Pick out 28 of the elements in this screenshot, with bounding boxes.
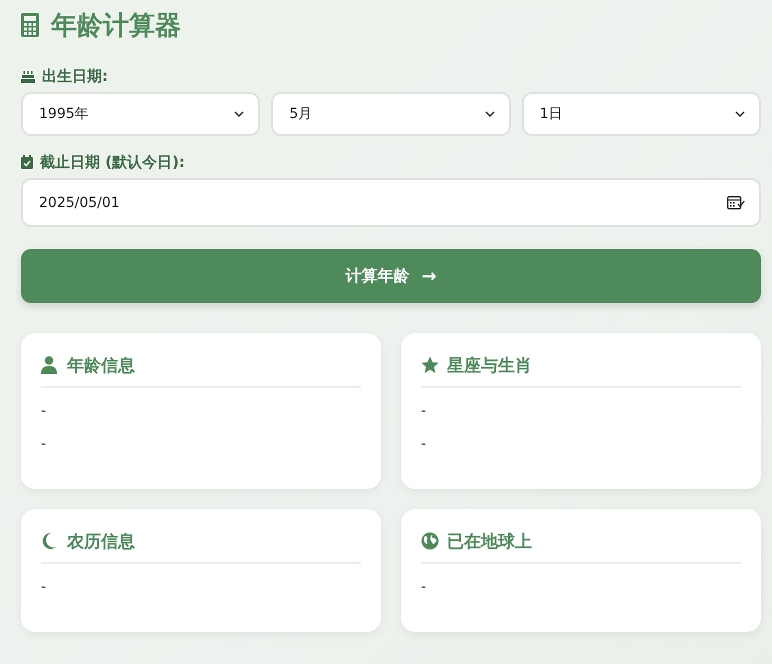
card-text: - — [421, 435, 428, 454]
card-title: 星座与生肖 — [447, 354, 532, 376]
card-text: - — [41, 435, 48, 454]
calculate-button[interactable]: 计算年龄 → — [21, 249, 761, 303]
chevron-down-icon — [734, 111, 745, 117]
field-label: 出生日期: — [42, 66, 108, 86]
card-title: 已在地球上 — [447, 530, 532, 552]
card-text: - — [41, 578, 48, 597]
person-icon — [41, 356, 59, 374]
dropdown[interactable]: 5月 — [271, 92, 511, 136]
card-text: - — [41, 402, 48, 421]
date-field[interactable]: 2025/05/01 — [21, 178, 761, 227]
calendar-check-icon — [21, 155, 33, 169]
dropdown[interactable]: 1日 — [522, 92, 761, 136]
chevron-down-icon — [484, 111, 495, 117]
globe-icon — [421, 532, 439, 550]
card-text: - — [421, 578, 428, 597]
cake-icon — [21, 70, 35, 82]
chevron-down-icon — [234, 111, 244, 117]
star-icon — [421, 356, 439, 374]
calculator-icon — [21, 13, 39, 37]
card-text: - — [421, 402, 428, 421]
dropdown[interactable]: 1995年 — [21, 92, 260, 136]
calendar-icon — [727, 196, 745, 210]
page-title: 年龄计算器 — [51, 10, 181, 42]
card-title: 年龄信息 — [67, 354, 135, 376]
field-label: 截止日期 (默认今日): — [40, 152, 185, 172]
card-title: 农历信息 — [67, 530, 135, 552]
